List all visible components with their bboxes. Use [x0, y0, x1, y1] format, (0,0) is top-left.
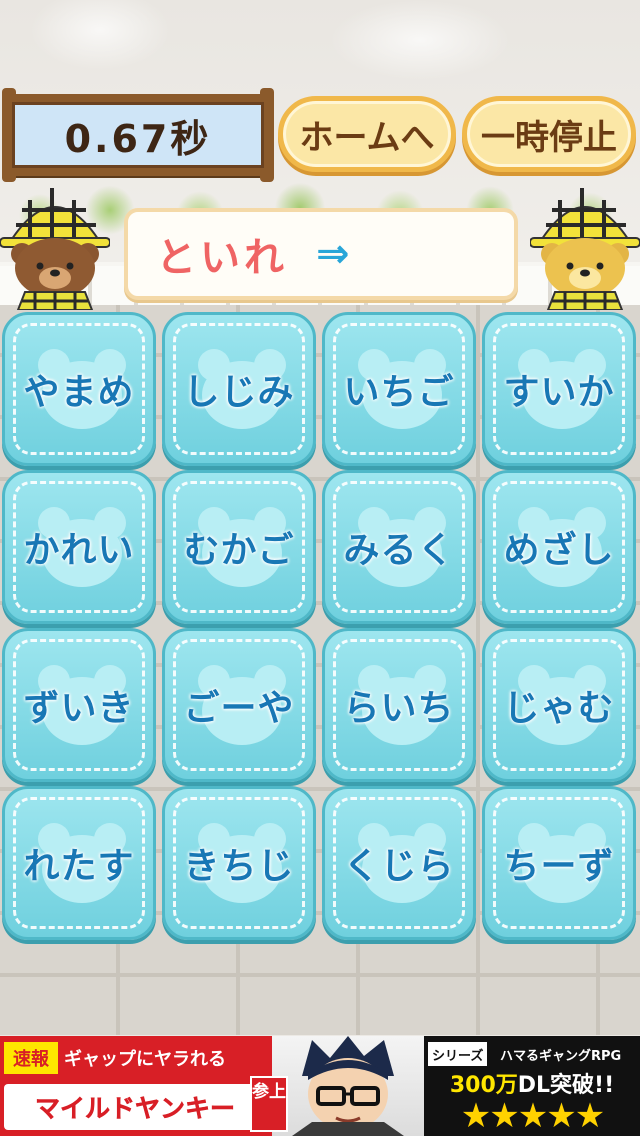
ad-right-panel: シリーズ ハマるギャングRPG 300万 DL突破!! ★★★★★ — [424, 1036, 640, 1136]
answer-tile[interactable]: みるく — [322, 470, 476, 624]
answer-tile-label: みるく — [343, 530, 455, 571]
ad-left-panel: 速報 ギャップにヤラれる マイルドヤンキー — [0, 1036, 272, 1136]
answer-tile[interactable]: かれい — [2, 470, 156, 624]
ad-download-text: DL突破!! — [517, 1073, 615, 1098]
pause-button[interactable]: 一時停止 — [462, 96, 636, 172]
bear-detective-icon — [0, 180, 111, 311]
ad-download-count: 300万 DL突破!! — [428, 1068, 636, 1098]
answer-tile-label: やまめ — [23, 372, 135, 413]
answer-tile-label: らいち — [343, 688, 455, 729]
ad-headline: ギャップにヤラれる — [64, 1049, 226, 1070]
timer-frame: 0.67秒 — [2, 88, 274, 182]
answer-tile[interactable]: れたす — [2, 786, 156, 940]
ad-download-number: 300万 — [449, 1073, 518, 1098]
answer-tile-label: いちご — [343, 372, 455, 413]
answer-tile[interactable]: ごーや — [162, 628, 316, 782]
ad-title: マイルドヤンキー — [4, 1084, 266, 1130]
current-word: といれ — [156, 235, 288, 281]
answer-tile[interactable]: ずいき — [2, 628, 156, 782]
star-rating-icon: ★★★★★ — [460, 1096, 605, 1136]
answer-tile-label: ごーや — [183, 688, 295, 729]
answer-tile[interactable]: くじら — [322, 786, 476, 940]
answer-tile[interactable]: しじみ — [162, 312, 316, 466]
answer-tile-label: きちじ — [183, 846, 295, 887]
ad-sanjou-badge: 参上 — [250, 1076, 288, 1132]
ad-character-image — [272, 1036, 424, 1136]
answer-tile-label: じゃむ — [503, 688, 615, 729]
answer-tile[interactable]: きちじ — [162, 786, 316, 940]
ad-banner[interactable]: 速報 ギャップにヤラれる マイルドヤンキー 参上 シリーズ ハマるギャングRPG… — [0, 1036, 640, 1136]
ad-series-tag: シリーズ — [428, 1042, 488, 1066]
arrow-right-icon: ⇒ — [316, 231, 350, 277]
ad-series-name: ハマるギャングRPG — [500, 1048, 622, 1064]
answer-tile-label: しじみ — [183, 372, 295, 413]
answer-tile[interactable]: ちーず — [482, 786, 636, 940]
answer-tile-label: れたす — [23, 846, 135, 887]
answer-tile-label: めざし — [503, 530, 615, 571]
word-chain-bar: といれ ⇒ — [124, 208, 518, 300]
answer-tile[interactable]: めざし — [482, 470, 636, 624]
answer-tile-label: むかご — [183, 530, 295, 571]
answer-grid: やまめ しじみ いちご すいか かれい むかご みるく めざし ずいき ごーや … — [2, 312, 638, 944]
bear-detective-icon — [529, 180, 640, 311]
answer-tile[interactable]: いちご — [322, 312, 476, 466]
timer-display: 0.67秒 — [12, 102, 264, 168]
answer-tile-label: くじら — [343, 846, 455, 887]
answer-tile[interactable]: じゃむ — [482, 628, 636, 782]
answer-tile-label: かれい — [23, 530, 135, 571]
answer-tile-label: ずいき — [23, 688, 135, 729]
answer-tile[interactable]: やまめ — [2, 312, 156, 466]
answer-tile[interactable]: すいか — [482, 312, 636, 466]
ad-badge: 速報 — [4, 1042, 58, 1074]
answer-tile-label: すいか — [503, 372, 615, 413]
home-button[interactable]: ホームへ — [278, 96, 456, 172]
answer-tile[interactable]: らいち — [322, 628, 476, 782]
answer-tile[interactable]: むかご — [162, 470, 316, 624]
answer-tile-label: ちーず — [503, 846, 615, 887]
